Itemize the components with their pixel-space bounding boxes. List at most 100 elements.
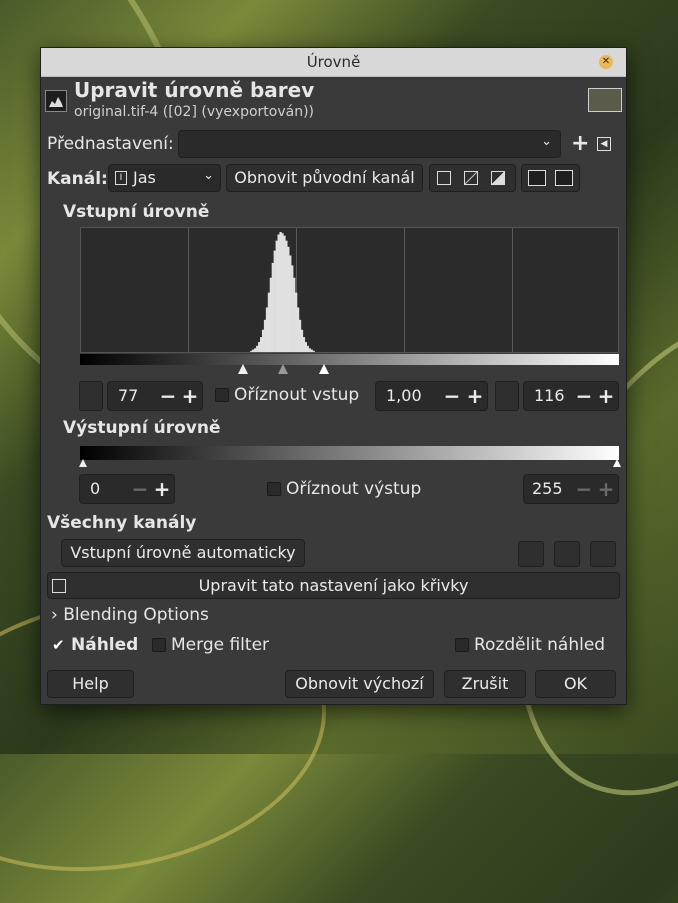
histogram-bar (256, 345, 259, 352)
histogram-bar (291, 265, 294, 352)
preview-checkbox[interactable]: ✔ (52, 638, 66, 653)
decrease-icon[interactable]: − (574, 386, 594, 407)
edit-as-curves-button[interactable]: Upravit tato nastavení jako křivky (47, 572, 620, 599)
clip-output-checkbox[interactable] (267, 482, 281, 496)
ok-button[interactable]: OK (535, 670, 616, 698)
add-preset-icon[interactable]: + (571, 131, 589, 156)
histogram-bar (260, 337, 263, 352)
decrease-icon[interactable]: − (158, 386, 178, 407)
chevron-down-icon: ⌄ (203, 168, 214, 183)
help-button[interactable]: Help (47, 670, 134, 698)
black-point-picker-icon[interactable] (79, 381, 103, 411)
channel-value: Jas (133, 168, 156, 187)
input-gradient[interactable] (80, 354, 619, 365)
histogram-bar (312, 350, 315, 352)
preset-menu-icon[interactable]: ◀ (597, 137, 611, 151)
pick-white-point-icon[interactable] (590, 541, 616, 567)
pick-gray-point-icon[interactable] (554, 541, 580, 567)
histogram (80, 227, 619, 353)
increase-icon[interactable]: + (152, 479, 172, 500)
histogram-bar (281, 233, 284, 352)
increase-icon[interactable]: + (596, 386, 616, 407)
output-low-value: 0 (90, 479, 101, 498)
input-high-value: 116 (534, 386, 565, 405)
input-levels-heading: Vstupní úrovně (63, 202, 210, 222)
histogram-view-group (521, 164, 580, 192)
histogram-bar (283, 235, 286, 352)
decrease-icon[interactable]: − (442, 386, 462, 407)
histogram-bar (300, 329, 304, 352)
output-low-spinner[interactable]: 0 − + (79, 474, 175, 504)
split-preview-checkbox[interactable] (455, 638, 469, 652)
titlebar: Úrovně ✕ (41, 48, 626, 77)
histogram-bar (267, 292, 271, 352)
histogram-bar (269, 277, 272, 352)
linear-scale-icon[interactable] (437, 171, 451, 185)
edit-as-curves-label: Upravit tato nastavení jako křivky (198, 576, 469, 595)
histogram-bar (277, 234, 280, 352)
increase-icon[interactable]: + (180, 386, 200, 407)
all-channels-heading: Všechny kanály (47, 513, 197, 533)
input-low-handle[interactable] (238, 364, 248, 374)
increase-icon[interactable]: + (465, 386, 485, 407)
histogram-bar (250, 350, 253, 352)
input-low-value: 77 (118, 386, 139, 405)
levels-icon (45, 90, 67, 112)
output-high-value: 255 (532, 479, 563, 498)
merge-filter-checkbox[interactable] (152, 638, 166, 652)
diagonal-scale-icon[interactable] (491, 171, 505, 185)
blending-options-label: Blending Options (63, 605, 209, 625)
output-low-handle[interactable] (79, 459, 87, 467)
reset-channel-button[interactable]: Obnovit původní kanál (226, 164, 423, 192)
reset-button[interactable]: Obnovit výchozí (285, 670, 434, 698)
decrease-icon[interactable]: − (574, 479, 594, 500)
histogram-bar (298, 319, 302, 352)
histogram-bar (252, 349, 255, 352)
input-high-spinner[interactable]: 116 − + (523, 381, 619, 411)
histogram-bar (254, 348, 257, 352)
increase-icon[interactable]: + (596, 479, 616, 500)
auto-input-levels-button[interactable]: Vstupní úrovně automaticky (61, 539, 305, 567)
clip-input-label: Oříznout vstup (234, 385, 360, 405)
presets-dropdown[interactable]: ⌄ (178, 130, 561, 158)
cancel-button[interactable]: Zrušit (444, 670, 526, 698)
output-high-spinner[interactable]: 255 − + (523, 474, 619, 504)
merge-filter-label: Merge filter (171, 635, 270, 655)
split-preview-label: Rozdělit náhled (474, 635, 606, 655)
channel-dropdown[interactable]: I Jas ⌄ (108, 164, 221, 192)
log-scale-icon[interactable] (464, 171, 478, 185)
histogram-log-icon[interactable] (555, 170, 573, 186)
pick-black-point-icon[interactable] (518, 541, 544, 567)
histogram-bar (306, 345, 309, 352)
input-gamma-handle[interactable] (278, 364, 288, 374)
output-high-handle[interactable] (613, 459, 621, 467)
window-title: Úrovně (306, 53, 361, 71)
dialog-subheading: original.tif-4 ([02] (vyexportován)) (74, 104, 314, 120)
histogram-linear-icon[interactable] (528, 170, 546, 186)
preview-label: Náhled (71, 635, 139, 655)
clip-input-checkbox[interactable] (215, 388, 229, 402)
output-gradient[interactable] (80, 446, 619, 460)
white-point-picker-icon[interactable] (495, 381, 519, 411)
output-levels-heading: Výstupní úrovně (63, 418, 221, 438)
levels-dialog: Úrovně ✕ Upravit úrovně barev original.t… (40, 47, 627, 705)
dialog-heading: Upravit úrovně barev (74, 78, 315, 102)
input-gamma-spinner[interactable]: 1,00 − + (375, 381, 488, 411)
channel-label: Kanál: (47, 169, 108, 189)
input-high-handle[interactable] (319, 364, 329, 374)
input-low-spinner[interactable]: 77 − + (107, 381, 203, 411)
histogram-bars (250, 232, 315, 352)
curves-icon (52, 579, 66, 593)
presets-label: Přednastavení: (47, 134, 174, 154)
input-gamma-value: 1,00 (386, 386, 422, 405)
image-thumbnail (588, 88, 622, 112)
histogram-bar (293, 277, 296, 352)
histogram-bar (261, 329, 265, 352)
histogram-bar (289, 255, 292, 352)
close-icon[interactable]: ✕ (599, 55, 613, 69)
histogram-bar (279, 232, 282, 352)
blending-options-expander[interactable]: › Blending Options (51, 605, 209, 625)
decrease-icon[interactable]: − (130, 479, 150, 500)
histogram-bar (265, 307, 269, 352)
channel-icon: I (115, 171, 127, 185)
